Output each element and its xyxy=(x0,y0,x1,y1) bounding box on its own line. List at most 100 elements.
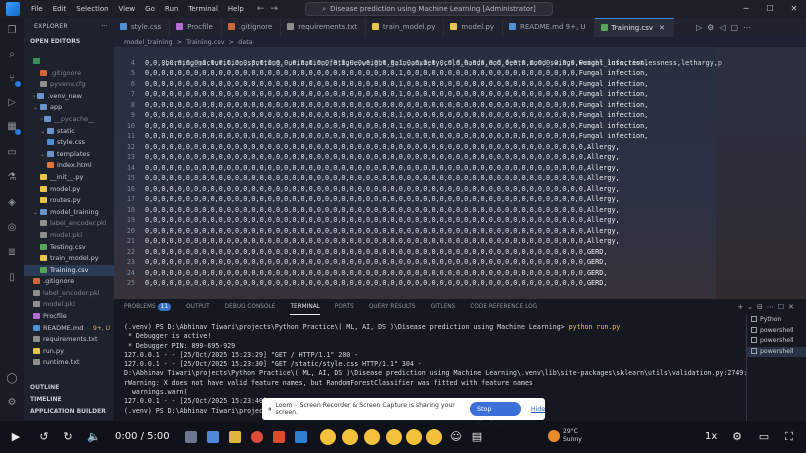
panel-tab[interactable]: TERMINAL xyxy=(290,299,320,315)
tree-item[interactable]: runtime.txt xyxy=(24,357,114,369)
pip-icon[interactable]: ▭ xyxy=(757,429,771,445)
editor-tab[interactable]: README.md 9+, U xyxy=(503,18,595,37)
editor-tab[interactable]: requirements.txt xyxy=(281,18,366,37)
command-center[interactable]: ⌕ Disease prediction using Machine Learn… xyxy=(305,2,553,16)
breadcrumb-item[interactable]: model_training xyxy=(124,38,173,46)
tree-item[interactable]: __init__.py xyxy=(24,172,114,184)
timeline-section[interactable]: TIMELINE xyxy=(24,394,114,405)
editor-tab[interactable]: train_model.py xyxy=(366,18,445,37)
folder-icon[interactable] xyxy=(229,431,241,443)
laugh-emoji-icon[interactable] xyxy=(320,429,336,445)
fullscreen-icon[interactable]: ⛶ xyxy=(782,429,796,445)
panel-tab[interactable]: OUTPUT xyxy=(186,299,210,315)
editor-tab[interactable]: style.css xyxy=(114,18,171,37)
taskbar-app-icon[interactable] xyxy=(273,431,285,443)
breadcrumb-item[interactable]: > xyxy=(177,38,182,46)
run-debug-icon[interactable]: ▷ xyxy=(5,96,19,110)
tree-item[interactable]: ⌄ templates xyxy=(24,149,114,161)
terminal-instance[interactable]: powershell xyxy=(747,336,806,347)
breadcrumb-item[interactable]: > xyxy=(229,38,234,46)
app-builder-section[interactable]: APPLICATION BUILDER xyxy=(24,406,114,417)
editor-tab[interactable]: model.py xyxy=(444,18,503,37)
tree-item[interactable]: index.html xyxy=(24,160,114,172)
tree-item[interactable]: model.py xyxy=(24,184,114,196)
vscode-taskbar-icon[interactable] xyxy=(295,431,307,443)
tree-item[interactable]: Procfile xyxy=(24,311,114,323)
bookmark-icon[interactable]: ▯ xyxy=(5,271,19,285)
gitlens-icon[interactable]: ◎ xyxy=(5,221,19,235)
menu-item[interactable]: Terminal xyxy=(183,5,223,13)
panel-tab[interactable]: DEBUG CONSOLE xyxy=(225,299,276,315)
more-icon[interactable]: ··· xyxy=(101,18,108,36)
search-icon[interactable]: ⌕ xyxy=(5,48,19,62)
tree-item[interactable]: .gitignore xyxy=(24,276,114,288)
tree-item[interactable]: routes.py xyxy=(24,195,114,207)
open-editors-section[interactable]: OPEN EDITORS xyxy=(24,36,114,48)
gear-icon[interactable]: ⚙ xyxy=(730,429,744,445)
editor-tab[interactable]: Training.csv ✕ xyxy=(594,18,674,37)
menu-item[interactable]: Edit xyxy=(48,5,72,13)
tree-item[interactable]: train_model.py xyxy=(24,253,114,265)
explorer-icon[interactable]: ❐ xyxy=(5,24,19,38)
outline-section[interactable]: OUTLINE xyxy=(24,382,114,393)
comment-icon[interactable]: ▤ xyxy=(469,429,485,445)
thumbs-down-emoji-icon[interactable] xyxy=(426,429,442,445)
terminal-instance[interactable]: Python xyxy=(747,315,806,326)
editor-tab[interactable]: Procfile xyxy=(170,18,222,37)
tree-item[interactable]: model.pkl xyxy=(24,299,114,311)
forward-icon[interactable]: ↻ xyxy=(60,429,76,445)
breadcrumb-item[interactable]: data xyxy=(238,38,253,46)
tree-item[interactable]: README.md 9+, U xyxy=(24,323,114,335)
taskbar-app-icon[interactable] xyxy=(207,431,219,443)
tree-item[interactable]: label_encoder.pkl xyxy=(24,288,114,300)
source-control-icon[interactable]: ⑂ xyxy=(5,72,21,87)
surprised-emoji-icon[interactable] xyxy=(364,429,380,445)
docker-icon[interactable]: ◈ xyxy=(5,196,19,210)
tree-item[interactable]: ⌄ static xyxy=(24,126,114,138)
tree-item[interactable]: pyvenv.cfg xyxy=(24,79,114,91)
minimize-icon[interactable]: ─ xyxy=(734,0,758,18)
testing-icon[interactable]: ⚗ xyxy=(5,171,19,185)
tree-item[interactable]: style.css xyxy=(24,137,114,149)
tree-item[interactable]: run.py xyxy=(24,346,114,358)
tree-item[interactable]: model.pkl xyxy=(24,230,114,242)
menu-item[interactable]: Selection xyxy=(71,5,113,13)
tree-item[interactable]: ⌄ model_training xyxy=(24,207,114,219)
remote-explorer-icon[interactable]: ▭ xyxy=(5,146,19,160)
play-icon[interactable]: ▶ xyxy=(8,429,24,445)
panel-actions[interactable]: +⌄⊟⋯☐✕ xyxy=(737,299,798,315)
volume-icon[interactable]: 🔈 xyxy=(86,429,102,445)
panel-tab[interactable]: CODE REFERENCE LOG xyxy=(470,299,537,315)
hide-link[interactable]: Hide xyxy=(531,406,545,413)
maximize-icon[interactable]: ☐ xyxy=(758,0,782,18)
tree-item[interactable] xyxy=(24,56,114,68)
add-reaction-icon[interactable]: ☺ xyxy=(448,429,464,445)
csv-editor[interactable]: ,burning_micturition,spotting_ urination… xyxy=(114,47,806,299)
editor-tab[interactable]: .gitignore xyxy=(222,18,282,37)
close-icon[interactable]: ✕ xyxy=(659,24,665,32)
close-icon[interactable]: ✕ xyxy=(782,0,806,18)
rewind-icon[interactable]: ↺ xyxy=(36,429,52,445)
extensions-icon[interactable]: ▦ xyxy=(5,120,21,135)
clap-emoji-icon[interactable] xyxy=(386,429,402,445)
menu-item[interactable]: Go xyxy=(140,5,160,13)
terminal-instance[interactable]: powershell xyxy=(747,326,806,337)
tree-item[interactable]: › .venv_new xyxy=(24,91,114,103)
thumbs-up-emoji-icon[interactable] xyxy=(406,429,422,445)
stop-sharing-button[interactable]: Stop sharing xyxy=(469,402,521,427)
panel-tab[interactable]: GITLENS xyxy=(431,299,456,315)
chrome-icon[interactable] xyxy=(251,431,263,443)
database-icon[interactable]: ≣ xyxy=(5,246,19,260)
heart-eyes-emoji-icon[interactable] xyxy=(342,429,358,445)
tree-item[interactable]: ⌄ app xyxy=(24,102,114,114)
tree-item[interactable]: label_encoder.pkl xyxy=(24,218,114,230)
nav-arrows[interactable]: ←→ xyxy=(257,4,284,14)
pause-icon[interactable]: ⏸ xyxy=(268,405,272,414)
terminal-instance[interactable]: powershell xyxy=(747,346,806,357)
playback-speed[interactable]: 1x xyxy=(705,429,717,445)
menu-item[interactable]: View xyxy=(114,5,141,13)
gear-icon[interactable]: ⚙ xyxy=(5,396,19,410)
account-icon[interactable]: ◯ xyxy=(5,372,19,386)
tree-item[interactable]: Training.csv xyxy=(24,264,114,277)
panel-tab[interactable]: PORTS xyxy=(335,299,354,315)
